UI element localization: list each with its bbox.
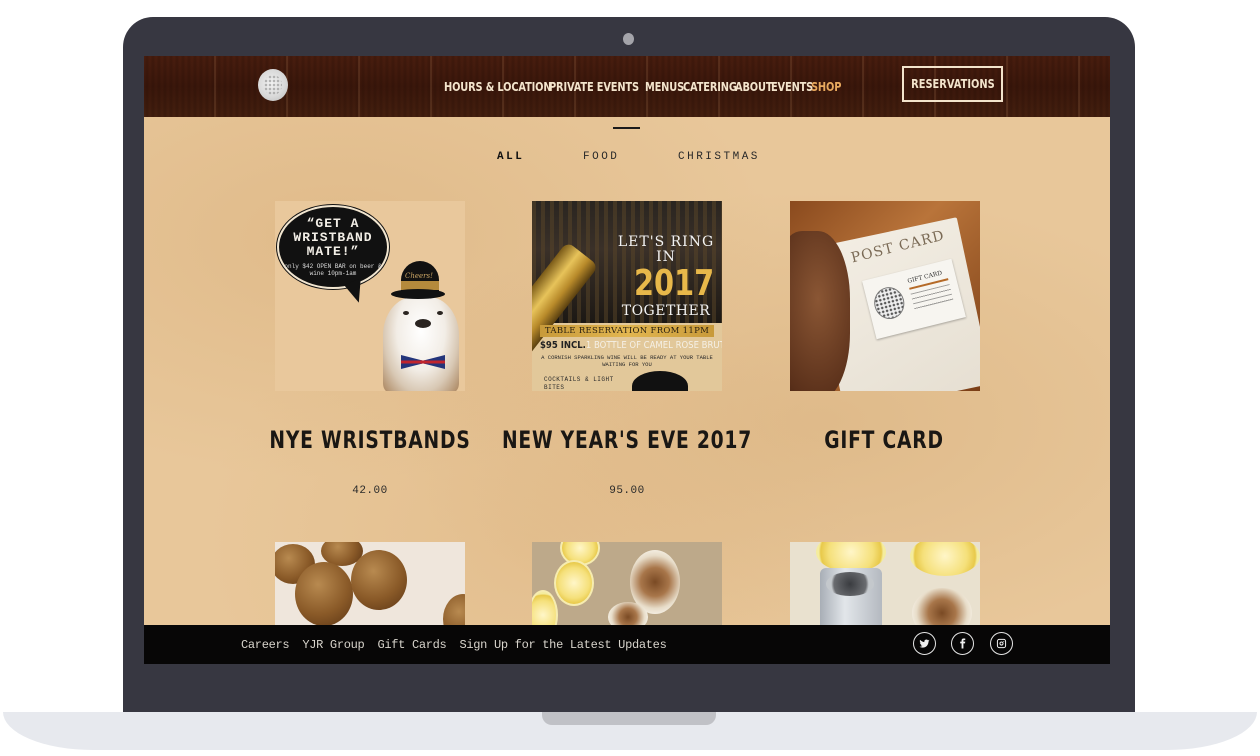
hat-label: Cheers! xyxy=(405,272,433,280)
screen: HOURS & LOCATION PRIVATE EVENTS MENUS CA… xyxy=(144,56,1110,664)
logo-icon[interactable] xyxy=(258,69,288,101)
poster-price: $95 INCL.1 BOTTLE OF CAMEL ROSE BRUT xyxy=(540,340,722,351)
gift-card-lines xyxy=(910,283,954,312)
twitter-icon[interactable] xyxy=(913,632,936,655)
camera-icon xyxy=(623,33,634,45)
filter-all[interactable]: ALL xyxy=(497,151,524,163)
poster-together: TOGETHER xyxy=(621,303,711,319)
nav-events[interactable]: EVENTS xyxy=(771,80,813,94)
pastry xyxy=(295,562,353,626)
reservations-label: RESERVATIONS xyxy=(910,77,995,91)
poster-reservation-bar: TABLE RESERVATION FROM 11PM xyxy=(540,325,714,337)
footer-link-careers[interactable]: Careers xyxy=(241,638,290,652)
poster-year: 2017 xyxy=(634,263,715,304)
product-image-gift-card[interactable]: POST CARD GIFT CARD xyxy=(790,201,980,391)
poster-headline: LET'S RING IN xyxy=(617,234,715,265)
poster-cocktails: COCKTAILS & LIGHT BITES xyxy=(544,376,614,391)
lemon-slice xyxy=(554,560,594,606)
poster-price-detail: 1 BOTTLE OF CAMEL ROSE BRUT xyxy=(585,340,722,351)
instagram-icon[interactable] xyxy=(990,632,1013,655)
nav-about[interactable]: ABOUT xyxy=(735,80,773,94)
category-filters: ALL FOOD CHRISTMAS xyxy=(144,151,1110,165)
nav-shop[interactable]: SHOP xyxy=(811,80,844,94)
site-header: HOURS & LOCATION PRIVATE EVENTS MENUS CA… xyxy=(144,56,1110,117)
filter-active-indicator xyxy=(613,127,640,129)
product-image-new-years-eve[interactable]: LET'S RING IN 2017 TOGETHER TABLE RESERV… xyxy=(532,201,722,391)
footer-link-signup[interactable]: Sign Up for the Latest Updates xyxy=(459,638,666,652)
dog-nose xyxy=(415,319,431,328)
product-title[interactable]: NYE WRISTBANDS xyxy=(237,426,502,454)
bubble-tail xyxy=(343,278,369,306)
seal-icon xyxy=(870,283,908,323)
bubble-small-text: only $42 OPEN BAR on beer & wine 10pm-1a… xyxy=(284,263,382,277)
nav-menus[interactable]: MENUS xyxy=(645,80,684,94)
jar-lid xyxy=(826,572,874,596)
filter-food[interactable]: FOOD xyxy=(583,151,619,163)
poster-price-main: $95 INCL. xyxy=(540,340,586,351)
speech-bubble: “GET A WRISTBAND MATE!” only $42 OPEN BA… xyxy=(277,205,389,289)
hand xyxy=(790,231,850,391)
lemon xyxy=(910,542,980,576)
dog-eye xyxy=(403,311,409,315)
bubble-text: “GET A WRISTBAND MATE!” xyxy=(293,216,373,259)
product-title[interactable]: GIFT CARD xyxy=(751,426,1016,454)
footer-links: Careers YJR Group Gift Cards Sign Up for… xyxy=(241,625,667,664)
poster-badge xyxy=(632,371,688,391)
poster-small-text: A CORNISH SPARKLING WINE WILL BE READY A… xyxy=(541,354,713,368)
hat-brim xyxy=(391,289,445,299)
product-title[interactable]: NEW YEAR'S EVE 2017 xyxy=(494,426,759,454)
footer-link-yjr-group[interactable]: YJR Group xyxy=(302,638,364,652)
reservations-button[interactable]: RESERVATIONS xyxy=(902,66,1003,102)
nav-hours-location[interactable]: HOURS & LOCATION xyxy=(444,80,552,94)
product-image-nye-wristbands[interactable]: “GET A WRISTBAND MATE!” only $42 OPEN BA… xyxy=(275,201,465,391)
footer-link-gift-cards[interactable]: Gift Cards xyxy=(377,638,446,652)
product-price: 95.00 xyxy=(609,485,645,497)
laptop-notch xyxy=(542,712,716,725)
nav-private-events[interactable]: PRIVATE EVENTS xyxy=(549,80,639,94)
nav-catering[interactable]: CATERING xyxy=(683,80,737,94)
pastry xyxy=(351,550,407,610)
product-price: 42.00 xyxy=(352,485,388,497)
site-footer: Careers YJR Group Gift Cards Sign Up for… xyxy=(144,625,1110,664)
facebook-icon[interactable] xyxy=(951,632,974,655)
main-nav: HOURS & LOCATION PRIVATE EVENTS MENUS CA… xyxy=(444,56,841,117)
dog-eye xyxy=(437,311,443,315)
bulldog-illustration xyxy=(383,297,459,391)
filter-christmas[interactable]: CHRISTMAS xyxy=(678,151,760,163)
